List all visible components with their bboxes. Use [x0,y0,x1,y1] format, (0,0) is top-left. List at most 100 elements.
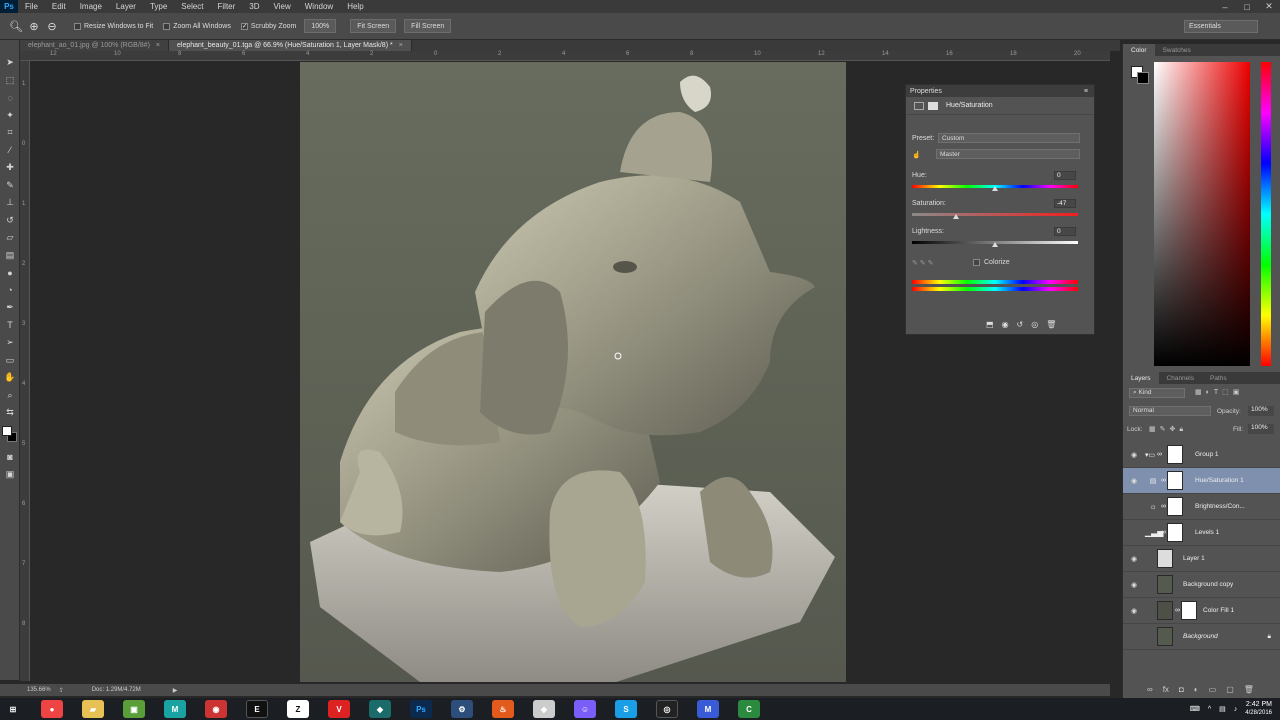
tab-swatches[interactable]: Swatches [1155,44,1199,56]
dodge-icon[interactable]: ◔ [0,282,20,300]
app-icon[interactable]: ◉ [205,700,227,718]
clip-layer-icon[interactable]: ⬒ [986,320,994,329]
visibility-eye-icon[interactable]: ◉ [1123,607,1145,615]
close-tab-icon[interactable]: × [399,42,403,49]
new-group-icon[interactable]: ▭ [1209,685,1217,694]
clone-stamp-icon[interactable]: ⊥ [0,194,20,212]
shape-tool-icon[interactable]: ▭ [0,352,20,370]
saturation-value-input[interactable]: -47 [1054,199,1076,208]
layer-filter-icons[interactable]: ▦◐T⬚▣ [1195,388,1243,396]
volume-icon[interactable]: ♪ [1234,706,1238,713]
layer-row[interactable]: ◉ ∞ Color Fill 1 [1123,598,1280,624]
layer-row[interactable]: ◉ Layer 1 [1123,546,1280,572]
keyboard-icon[interactable]: ⌨ [1190,705,1200,713]
menu-view[interactable]: View [267,2,298,11]
foreground-color-swatch[interactable] [2,426,12,436]
minimize-icon[interactable]: – [1214,0,1236,13]
layer-name[interactable]: Levels 1 [1195,529,1219,536]
layer-name[interactable]: Layer 1 [1183,555,1205,562]
delete-icon[interactable]: 🗑︎ [1046,320,1056,329]
menu-edit[interactable]: Edit [45,2,73,11]
path-select-icon[interactable]: ➢ [0,334,20,352]
fill-screen-button[interactable]: Fill Screen [404,19,452,33]
visibility-icon[interactable]: ◎ [1031,320,1038,329]
lightness-slider-thumb[interactable] [992,242,998,247]
tab-elephant-beauty[interactable]: elephant_beauty_01.tga @ 66.9% (Hue/Satu… [169,40,412,51]
eyedropper-icon[interactable]: ⁄ [0,142,20,160]
hand-tool-icon[interactable]: ✋ [0,369,20,387]
clock[interactable]: 2:42 PM 4/28/2016 [1245,701,1272,717]
hand-adjust-icon[interactable]: ☝ [912,151,921,159]
screen-mode-icon[interactable]: ▣ [0,466,20,484]
tab-layers[interactable]: Layers [1123,372,1159,384]
layer-row[interactable]: ▁▃▅ ∞ Levels 1 [1123,520,1280,546]
app-icon[interactable]: ♨ [492,700,514,718]
resize-windows-checkbox[interactable]: Resize Windows to Fit [74,22,153,30]
app-icon[interactable]: ⚙ [451,700,473,718]
eyedropper-icons[interactable]: ✎ ✎ ✎ [912,259,934,267]
colorize-checkbox[interactable]: Colorize [973,259,1010,266]
menu-type[interactable]: Type [143,2,174,11]
swap-colors-icon[interactable]: ⇆ [0,404,20,422]
visibility-eye-icon[interactable]: ◉ [1123,477,1145,485]
layer-name[interactable]: Brightness/Con... [1195,503,1245,510]
discord-icon[interactable]: ☺ [574,700,596,718]
zoom-out-icon[interactable]: ⊖ [44,18,60,34]
layer-name[interactable]: Color Fill 1 [1203,607,1234,614]
photoshop-taskbar-icon[interactable]: Ps [410,700,432,718]
app-icon[interactable]: ▣ [123,700,145,718]
layer-filter-select[interactable]: ⌕ Kind [1129,388,1185,398]
zoom-all-checkbox[interactable]: Zoom All Windows [163,22,231,30]
lightness-value-input[interactable]: 0 [1054,227,1076,236]
close-icon[interactable]: ✕ [1258,0,1280,13]
vivaldi-icon[interactable]: V [328,700,350,718]
status-menu-icon[interactable]: ▶ [173,687,178,694]
app-icon[interactable]: C [738,700,760,718]
quick-mask-icon[interactable]: ◙ [0,448,20,466]
tray-chevron-icon[interactable]: ^ [1208,706,1211,713]
app-icon[interactable]: ◈ [533,700,555,718]
hue-value-input[interactable]: 0 [1054,171,1076,180]
healing-brush-icon[interactable]: ✚ [0,159,20,177]
fill-input[interactable]: 100% [1248,424,1274,434]
fit-screen-button[interactable]: Fit Screen [350,19,397,33]
hue-slider-thumb[interactable] [992,186,998,191]
visibility-eye-icon[interactable]: ◉ [1123,451,1145,459]
epic-games-icon[interactable]: E [246,700,268,718]
mask-icon[interactable] [928,101,938,110]
skype-icon[interactable]: S [615,700,637,718]
history-brush-icon[interactable]: ↺ [0,212,20,230]
brush-tool-icon[interactable]: ✎ [0,177,20,195]
scrubby-zoom-checkbox[interactable]: ✓ Scrubby Zoom [240,22,296,30]
add-mask-icon[interactable]: ◘ [1179,685,1184,694]
saturation-slider[interactable] [912,213,1078,216]
opacity-input[interactable]: 100% [1248,406,1274,416]
reset-icon[interactable]: ↺ [1017,320,1024,329]
panel-menu-icon[interactable]: ≡ [1084,88,1088,95]
maximize-icon[interactable]: □ [1236,0,1258,13]
color-bg-swatch[interactable] [1137,72,1149,84]
zoom-in-icon[interactable]: ⊕ [26,18,42,34]
blend-mode-select[interactable]: Normal [1129,406,1211,416]
menu-image[interactable]: Image [73,2,109,11]
close-tab-icon[interactable]: × [156,42,160,49]
gradient-icon[interactable]: ▤ [0,247,20,265]
file-explorer-icon[interactable]: ▰ [82,700,104,718]
layer-name[interactable]: Background [1183,633,1218,640]
type-tool-icon[interactable]: T [0,317,20,335]
menu-select[interactable]: Select [174,2,210,11]
layer-name[interactable]: Background copy [1183,581,1233,588]
tab-elephant-ao[interactable]: elephant_ao_01.jpg @ 100% (RGB/8#) × [20,40,170,51]
layer-name[interactable]: Group 1 [1195,451,1219,458]
layer-row[interactable]: ◉ ▾▭ ∞ Group 1 [1123,442,1280,468]
layer-row[interactable]: ◉ ▤ ∞ Hue/Saturation 1 [1123,468,1280,494]
document-image[interactable] [300,62,846,682]
layer-row[interactable]: Background 🔒︎ [1123,624,1280,650]
view-previous-icon[interactable]: ◉ [1002,320,1009,329]
blur-icon[interactable]: ● [0,264,20,282]
tab-paths[interactable]: Paths [1202,372,1235,384]
menu-filter[interactable]: Filter [211,2,243,11]
move-tool-icon[interactable]: ➤ [0,54,20,72]
magic-wand-icon[interactable]: ✦ [0,107,20,125]
menu-window[interactable]: Window [298,2,340,11]
